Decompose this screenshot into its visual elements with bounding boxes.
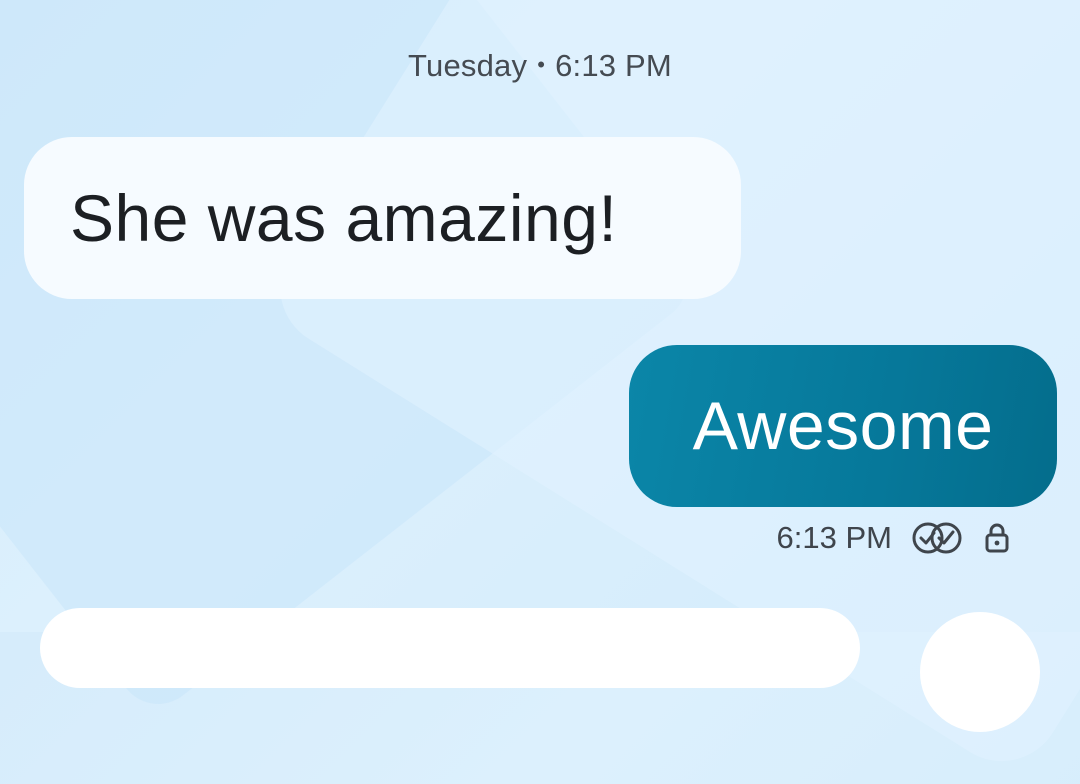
lock-icon (984, 522, 1010, 554)
date-separator: • (537, 52, 546, 77)
message-timestamp: 6:13 PM (776, 520, 892, 555)
date-day: Tuesday (408, 48, 528, 83)
compose-message-field[interactable] (40, 608, 860, 688)
incoming-message-text: She was amazing! (70, 181, 618, 255)
outgoing-message-bubble[interactable]: Awesome (629, 345, 1057, 507)
outgoing-message-text: Awesome (692, 388, 994, 464)
date-time: 6:13 PM (555, 48, 672, 83)
date-divider: Tuesday • 6:13 PM (0, 48, 1080, 84)
double-check-icon (910, 520, 966, 556)
message-meta: 6:13 PM (777, 520, 1010, 556)
incoming-message-bubble[interactable]: She was amazing! (24, 137, 741, 299)
send-button[interactable] (920, 612, 1040, 732)
